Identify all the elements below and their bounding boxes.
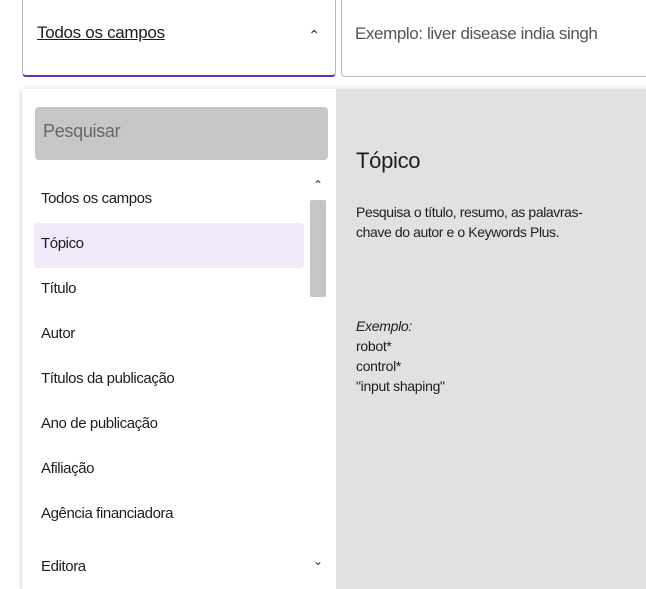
field-options-list: Todos os campos Tópico Título Autor Títu… (22, 178, 328, 578)
options-scrollbar[interactable]: ⌃ ⌄ (308, 178, 328, 578)
chevron-up-icon: ⌃ (308, 27, 320, 43)
field-description-panel: Tópico Pesquisa o título, resumo, as pal… (336, 89, 646, 589)
field-dropdown-panel: Pesquisar Todos os campos Tópico Título … (22, 89, 646, 589)
search-field[interactable] (341, 0, 646, 77)
scrollbar-thumb[interactable] (310, 200, 326, 297)
field-description-text: Pesquisa o título, resumo, as palavras-c… (356, 204, 583, 240)
chevron-up-icon[interactable]: ⌃ (308, 178, 328, 192)
example-item: control* (356, 358, 402, 374)
option-autor[interactable]: Autor (34, 313, 304, 358)
option-ano-de-publicacao[interactable]: Ano de publicação (34, 403, 304, 448)
option-titulos-da-publicacao[interactable]: Títulos da publicação (34, 358, 304, 403)
option-topico[interactable]: Tópico (34, 223, 304, 268)
field-select-dropdown[interactable]: Todos os campos ⌃ (22, 0, 336, 77)
option-todos-os-campos[interactable]: Todos os campos (34, 178, 304, 223)
field-description-title: Tópico (356, 148, 421, 173)
field-select-label: Todos os campos (37, 23, 165, 42)
example-item: "input shaping" (356, 378, 445, 394)
option-titulo[interactable]: Título (34, 268, 304, 313)
option-agencia-financiadora[interactable]: Agência financiadora (34, 493, 304, 538)
option-editora[interactable]: Editora (34, 546, 304, 578)
search-input[interactable] (355, 24, 645, 44)
example-item: robot* (356, 338, 392, 354)
chevron-down-icon[interactable]: ⌄ (308, 554, 328, 568)
example-label: Exemplo: (356, 318, 412, 334)
option-afiliacao[interactable]: Afiliação (34, 448, 304, 493)
field-filter-input[interactable]: Pesquisar (35, 107, 328, 160)
